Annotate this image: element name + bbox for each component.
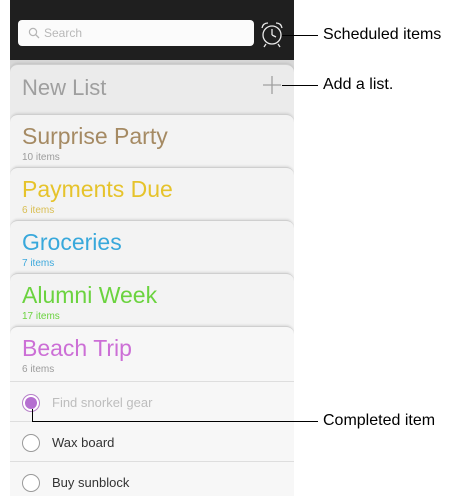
- list-count: 6 items: [22, 364, 55, 375]
- search-field[interactable]: [18, 20, 254, 46]
- list-title: Groceries: [22, 229, 122, 255]
- list-title: Beach Trip: [22, 335, 132, 361]
- new-list-label: New List: [22, 75, 107, 100]
- completed-checkbox[interactable]: [22, 394, 40, 412]
- reminder-label: Find snorkel gear: [52, 395, 153, 410]
- list-title: Surprise Party: [22, 123, 168, 149]
- reminder-item-completed[interactable]: Find snorkel gear: [10, 381, 294, 422]
- list-title: Alumni Week: [22, 282, 158, 308]
- top-bar: [10, 0, 294, 60]
- list-count: 7 items: [22, 258, 55, 269]
- reminder-item[interactable]: Buy sunblock: [10, 461, 294, 496]
- reminder-label: Wax board: [52, 435, 115, 450]
- list-count: 10 items: [22, 152, 60, 163]
- reminder-label: Buy sunblock: [52, 475, 130, 490]
- callout-line-add-list: [282, 85, 318, 86]
- search-icon: [28, 27, 40, 39]
- checkbox[interactable]: [22, 474, 40, 492]
- alarm-clock-icon[interactable]: [259, 20, 285, 48]
- callout-line-completed-vertical: [32, 409, 33, 421]
- callout-line-completed: [32, 421, 318, 422]
- reminder-item[interactable]: Wax board: [10, 421, 294, 462]
- callout-scheduled-items: Scheduled items: [323, 26, 442, 43]
- callout-completed-item: Completed item: [323, 412, 436, 429]
- list-count: 6 items: [22, 205, 55, 216]
- list-title: Payments Due: [22, 176, 173, 202]
- checkbox[interactable]: [22, 434, 40, 452]
- list-count: 17 items: [22, 311, 60, 322]
- callout-add-list: Add a list.: [323, 76, 394, 93]
- plus-icon[interactable]: [262, 75, 282, 95]
- search-input[interactable]: [44, 26, 234, 40]
- callout-line-scheduled: [282, 35, 318, 36]
- list-card-beach-trip[interactable]: Beach Trip 6 items Find snorkel gear Wax…: [10, 326, 294, 496]
